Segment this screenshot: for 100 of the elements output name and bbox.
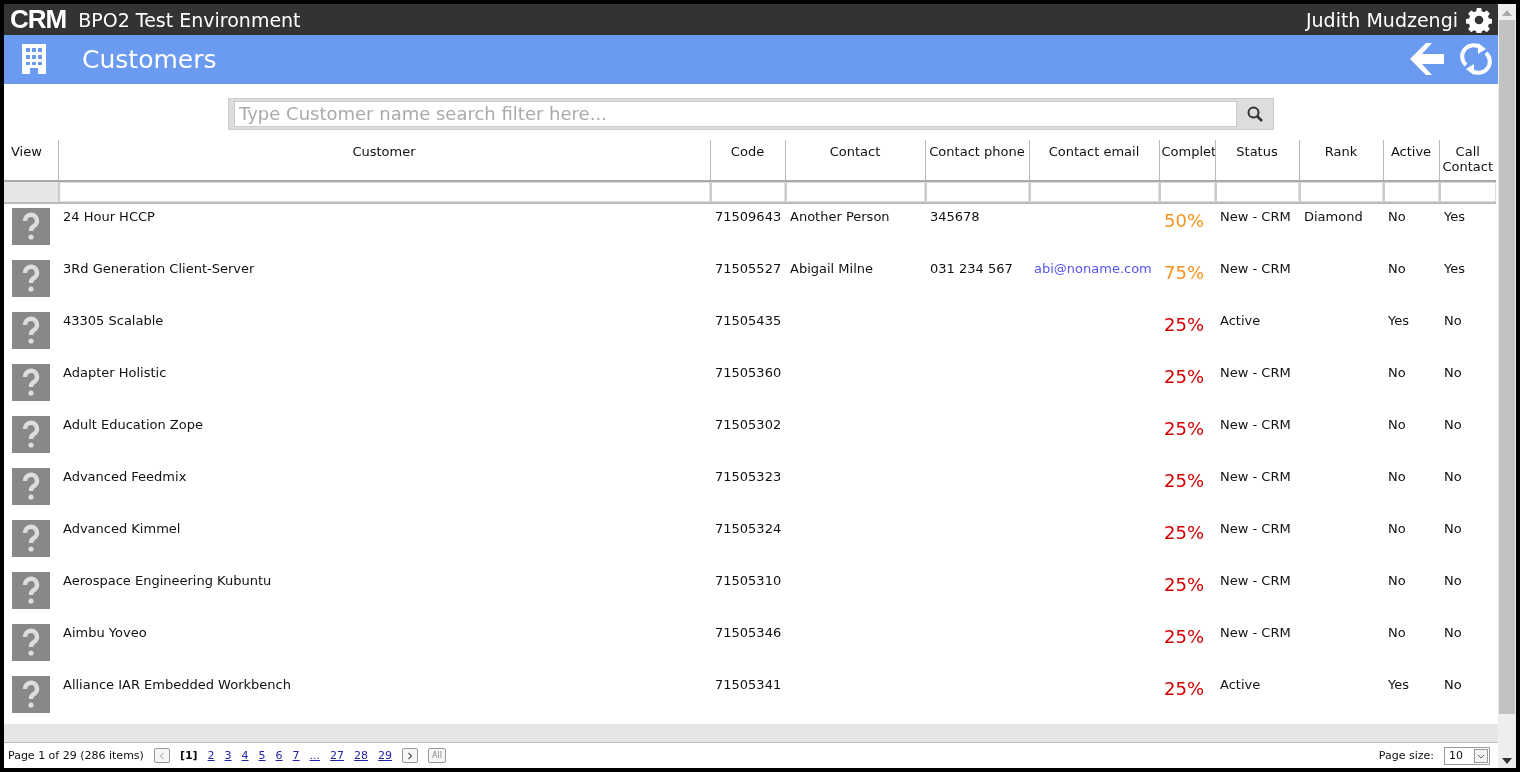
filter-field[interactable]	[1029, 181, 1159, 202]
refresh-icon[interactable]	[1460, 43, 1492, 76]
table-cell: 71505360	[715, 364, 782, 380]
next-page-button[interactable]	[402, 748, 419, 764]
page-size-select[interactable]: 10	[1444, 746, 1490, 765]
completion-percent: 25%	[1164, 469, 1204, 491]
filter-field[interactable]	[925, 181, 1029, 202]
table-cell: New - CRM	[1220, 364, 1291, 380]
table-cell: No	[1444, 676, 1462, 692]
table-cell: 71505527	[715, 260, 782, 276]
column-header[interactable]: Contact phone	[927, 143, 1027, 159]
question-mark-icon[interactable]	[12, 519, 50, 557]
table-cell: 71505302	[715, 416, 782, 432]
completion-percent: 25%	[1164, 365, 1204, 387]
table-cell: 3Rd Generation Client-Server	[63, 260, 255, 276]
filter-field[interactable]	[1439, 181, 1496, 202]
scrollbar-thumb[interactable]	[1499, 20, 1515, 714]
column-header[interactable]: Customer	[60, 143, 708, 159]
chevron-left-icon	[158, 751, 165, 760]
page-link[interactable]: 6	[275, 749, 283, 763]
table-cell: No	[1444, 364, 1462, 380]
table-cell: Active	[1220, 676, 1261, 692]
page-link[interactable]: 4	[241, 749, 249, 763]
completion-percent: 25%	[1164, 625, 1204, 647]
back-arrow-icon[interactable]	[1410, 43, 1444, 76]
page-link[interactable]: ...	[309, 749, 321, 763]
question-mark-icon[interactable]	[12, 311, 50, 349]
page-link[interactable]: 3	[224, 749, 232, 763]
scroll-up-icon[interactable]	[1502, 10, 1512, 16]
completion-percent: 75%	[1164, 261, 1204, 283]
table-cell: New - CRM	[1220, 624, 1291, 640]
filter-field[interactable]	[710, 181, 785, 202]
table-cell: 71505346	[715, 624, 782, 640]
table-cell: Diamond	[1304, 208, 1363, 224]
page-link[interactable]: 28	[354, 749, 369, 763]
table-cell: No	[1388, 520, 1406, 536]
scroll-down-icon[interactable]	[1502, 758, 1512, 764]
table-cell: 71505341	[715, 676, 782, 692]
question-mark-icon[interactable]	[12, 467, 50, 505]
table-cell: 031 234 567	[930, 260, 1013, 276]
table-cell: 71505323	[715, 468, 782, 484]
filter-field[interactable]	[1383, 181, 1439, 202]
user-name[interactable]: Judith Mudzengi	[1305, 8, 1458, 31]
column-header[interactable]: Rank	[1301, 143, 1381, 159]
search-icon[interactable]	[1247, 105, 1263, 122]
completion-percent: 25%	[1164, 417, 1204, 439]
page-link[interactable]: 27	[330, 749, 345, 763]
email-link[interactable]: abi@noname.com	[1034, 260, 1152, 276]
scrollbar[interactable]	[1498, 4, 1516, 768]
column-header[interactable]: Contact email	[1031, 143, 1157, 159]
filter-field[interactable]	[785, 181, 925, 202]
completion-percent: 25%	[1164, 677, 1204, 699]
completion-percent: 50%	[1164, 209, 1204, 231]
question-mark-icon[interactable]	[12, 207, 50, 245]
building-icon	[22, 44, 46, 75]
column-header[interactable]: Complet	[1161, 143, 1213, 159]
filter-field[interactable]	[58, 181, 710, 202]
logo: CRM	[10, 4, 67, 35]
question-mark-icon[interactable]	[12, 675, 50, 713]
page-link[interactable]: [1]	[179, 749, 198, 763]
page-link[interactable]: 7	[292, 749, 300, 763]
filter-field[interactable]	[1299, 181, 1383, 202]
show-all-button[interactable]: All	[428, 748, 446, 764]
settings-icon[interactable]	[1466, 6, 1492, 33]
question-mark-icon[interactable]	[12, 259, 50, 297]
table-cell: Advanced Feedmix	[63, 468, 187, 484]
column-header[interactable]: Contact	[787, 143, 923, 159]
page-link[interactable]: 5	[258, 749, 266, 763]
table-cell: No	[1444, 520, 1462, 536]
page-link[interactable]: 29	[378, 749, 393, 763]
page-link[interactable]: 2	[207, 749, 215, 763]
table-cell: 43305 Scalable	[63, 312, 164, 328]
table-cell: 71509643	[715, 208, 782, 224]
search-field[interactable]: Type Customer name search filter here...	[234, 100, 1237, 127]
table-cell: Yes	[1444, 260, 1465, 276]
table-cell: Aerospace Engineering Kubuntu	[63, 572, 272, 588]
column-header[interactable]: Active	[1385, 143, 1437, 159]
table-cell: New - CRM	[1220, 572, 1291, 588]
question-mark-icon[interactable]	[12, 571, 50, 609]
table-cell: 71505310	[715, 572, 782, 588]
column-header[interactable]: View	[11, 143, 56, 159]
previous-page-button[interactable]	[153, 748, 170, 764]
table-cell: Yes	[1388, 312, 1409, 328]
table-cell: New - CRM	[1220, 208, 1291, 224]
table-cell: No	[1444, 312, 1462, 328]
table-cell: New - CRM	[1220, 520, 1291, 536]
question-mark-icon[interactable]	[12, 363, 50, 401]
column-header[interactable]: Status	[1217, 143, 1297, 159]
table-cell: New - CRM	[1220, 416, 1291, 432]
filter-field[interactable]	[1159, 181, 1215, 202]
table-cell: No	[1388, 416, 1406, 432]
table-cell: No	[1388, 208, 1406, 224]
question-mark-icon[interactable]	[12, 623, 50, 661]
table-cell: No	[1388, 572, 1406, 588]
column-header[interactable]: Call Contact	[1441, 143, 1494, 174]
question-mark-icon[interactable]	[12, 415, 50, 453]
table-cell: Yes	[1444, 208, 1465, 224]
filter-field[interactable]	[1215, 181, 1299, 202]
completion-percent: 25%	[1164, 313, 1204, 335]
column-header[interactable]: Code	[712, 143, 783, 159]
